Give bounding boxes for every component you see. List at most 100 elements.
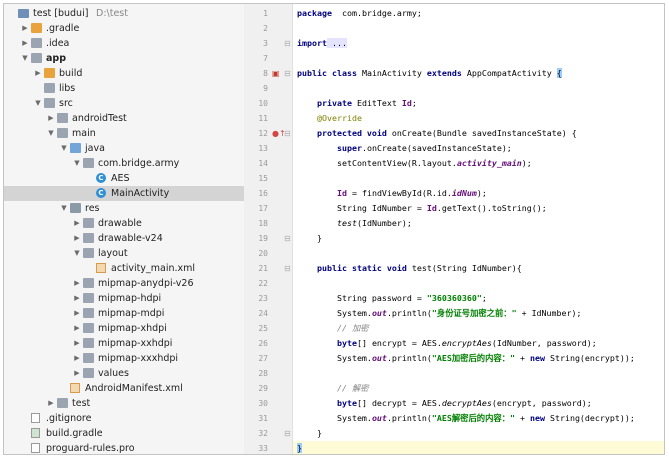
fold-icon[interactable]: ⊟ bbox=[284, 36, 291, 51]
chevron-right-icon[interactable]: ▶ bbox=[73, 351, 81, 366]
code-token: System. bbox=[297, 353, 372, 363]
code-line[interactable]: import ... bbox=[293, 36, 664, 51]
chevron-right-icon[interactable]: ▶ bbox=[73, 291, 81, 306]
code-line[interactable] bbox=[293, 246, 664, 261]
code-line[interactable]: private EditText Id; bbox=[293, 96, 664, 111]
tree-item[interactable]: ▶ build bbox=[4, 66, 244, 81]
code-line[interactable]: byte[] encrypt = AES.encryptAes(IdNumber… bbox=[293, 336, 664, 351]
tree-item[interactable]: libs bbox=[4, 81, 244, 96]
code-line[interactable] bbox=[293, 366, 664, 381]
tree-item[interactable]: C AES bbox=[4, 171, 244, 186]
tree-item[interactable]: ▶ androidTest bbox=[4, 111, 244, 126]
tree-item[interactable]: ▶ mipmap-hdpi bbox=[4, 291, 244, 306]
chevron-right-icon[interactable]: ▶ bbox=[73, 276, 81, 291]
code-line[interactable]: super.onCreate(savedInstanceState); bbox=[293, 141, 664, 156]
tree-item[interactable]: ▶ mipmap-anydpi-v26 bbox=[4, 276, 244, 291]
code-line[interactable]: String password = "360360360"; bbox=[293, 291, 664, 306]
chevron-down-icon[interactable]: ▼ bbox=[73, 156, 81, 171]
tree-item[interactable]: ▶ drawable-v24 bbox=[4, 231, 244, 246]
code-token: com.bridge.army; bbox=[331, 8, 422, 18]
tree-item[interactable]: ▶ mipmap-xxhdpi bbox=[4, 336, 244, 351]
code-line[interactable] bbox=[293, 276, 664, 291]
chevron-right-icon[interactable]: ▶ bbox=[73, 321, 81, 336]
tree-item[interactable]: ▼ main bbox=[4, 126, 244, 141]
tree-item[interactable]: ▶ drawable bbox=[4, 216, 244, 231]
code-line[interactable]: // 解密 bbox=[293, 381, 664, 396]
tree-item[interactable]: build.gradle bbox=[4, 426, 244, 441]
fold-icon[interactable]: ⊟ bbox=[284, 66, 291, 81]
chevron-right-icon[interactable]: ▶ bbox=[73, 336, 81, 351]
chevron-down-icon[interactable]: ▼ bbox=[60, 201, 68, 216]
code-line[interactable]: protected void onCreate(Bundle savedInst… bbox=[293, 126, 664, 141]
chevron-right-icon[interactable]: ▶ bbox=[47, 111, 55, 126]
chevron-right-icon[interactable]: ▶ bbox=[34, 66, 42, 81]
code-line[interactable]: test(IdNumber); bbox=[293, 216, 664, 231]
code-line[interactable]: } bbox=[293, 231, 664, 246]
code-line[interactable]: public static void test(String IdNumber)… bbox=[293, 261, 664, 276]
activity-icon[interactable]: ▣ bbox=[272, 66, 280, 81]
code-line[interactable]: String IdNumber = Id.getText().toString(… bbox=[293, 201, 664, 216]
tree-item[interactable]: ▼ layout bbox=[4, 246, 244, 261]
code-line[interactable]: package com.bridge.army; bbox=[293, 6, 664, 21]
code-line[interactable]: @Override bbox=[293, 111, 664, 126]
tree-item[interactable]: ▶ .gradle bbox=[4, 21, 244, 36]
tree-item[interactable]: ▶ test bbox=[4, 396, 244, 411]
code-line[interactable] bbox=[293, 21, 664, 36]
code-line[interactable] bbox=[293, 171, 664, 186]
code-line[interactable]: Id = findViewById(R.id.idNum); bbox=[293, 186, 664, 201]
chevron-down-icon[interactable]: ▼ bbox=[47, 126, 55, 141]
code-line[interactable]: // 加密 bbox=[293, 321, 664, 336]
chevron-down-icon[interactable]: ▼ bbox=[73, 246, 81, 261]
tree-item[interactable]: C MainActivity bbox=[4, 186, 244, 201]
line-number: 21 bbox=[258, 264, 268, 273]
tree-item[interactable]: activity_main.xml bbox=[4, 261, 244, 276]
tree-item-label: .gradle bbox=[46, 23, 80, 34]
chevron-right-icon[interactable]: ▶ bbox=[73, 216, 81, 231]
fold-icon[interactable]: ⊟ bbox=[284, 261, 291, 276]
chevron-down-icon[interactable]: ▼ bbox=[21, 51, 29, 66]
code-line[interactable]: System.out.println("AES加密后的内容：" + new St… bbox=[293, 351, 664, 366]
tree-item[interactable]: ▶ mipmap-xxxhdpi bbox=[4, 351, 244, 366]
tree-item[interactable]: ▶ mipmap-xhdpi bbox=[4, 321, 244, 336]
fold-icon[interactable]: ⊟ bbox=[284, 426, 291, 441]
tree-item[interactable]: ▶ mipmap-mdpi bbox=[4, 306, 244, 321]
code-line[interactable]: } bbox=[293, 426, 664, 441]
chevron-right-icon[interactable]: ▶ bbox=[73, 231, 81, 246]
code-line[interactable]: System.out.println("AES解密后的内容：" + new St… bbox=[293, 411, 664, 426]
code-line[interactable]: byte[] decrypt = AES.decryptAes(encrypt,… bbox=[293, 396, 664, 411]
tree-item[interactable]: proguard-rules.pro bbox=[4, 441, 244, 454]
fold-icon[interactable]: ⊟ bbox=[284, 126, 291, 141]
chevron-right-icon[interactable]: ▶ bbox=[21, 36, 29, 51]
code-line[interactable]: setContentView(R.layout.activity_main); bbox=[293, 156, 664, 171]
tree-item-label: mipmap-xhdpi bbox=[98, 323, 167, 334]
code-line[interactable]: public class MainActivity extends AppCom… bbox=[293, 66, 664, 81]
tree-item[interactable]: ▼ src bbox=[4, 96, 244, 111]
chevron-down-icon[interactable]: ▼ bbox=[60, 141, 68, 156]
tree-item[interactable]: .gitignore bbox=[4, 411, 244, 426]
tree-item[interactable]: test [budui] D:\test bbox=[4, 6, 244, 21]
resource-folder-icon bbox=[70, 203, 81, 213]
code-editor[interactable]: package com.bridge.army; import ... public… bbox=[293, 4, 664, 454]
code-line[interactable]: System.out.println("身份证号加密之前：" + IdNumbe… bbox=[293, 306, 664, 321]
tree-item[interactable]: ▼ com.bridge.army bbox=[4, 156, 244, 171]
tree-item[interactable]: ▼ app bbox=[4, 51, 244, 66]
chevron-down-icon[interactable]: ▼ bbox=[34, 96, 42, 111]
chevron-right-icon[interactable]: ▶ bbox=[47, 396, 55, 411]
code-line[interactable] bbox=[293, 51, 664, 66]
tree-item[interactable]: ▼ res bbox=[4, 201, 244, 216]
tree-item[interactable]: AndroidManifest.xml bbox=[4, 381, 244, 396]
chevron-right-icon[interactable]: ▶ bbox=[21, 21, 29, 36]
chevron-right-icon[interactable]: ▶ bbox=[73, 366, 81, 381]
tree-item[interactable]: ▶ .idea bbox=[4, 36, 244, 51]
fold-icon[interactable]: ⊟ bbox=[284, 231, 291, 246]
tree-item[interactable]: ▶ values bbox=[4, 366, 244, 381]
chevron-right-icon[interactable]: ▶ bbox=[73, 306, 81, 321]
folder-icon bbox=[44, 83, 55, 93]
tree-item[interactable]: ▼ java bbox=[4, 141, 244, 156]
code-line[interactable] bbox=[293, 81, 664, 96]
line-number: 8 bbox=[263, 69, 268, 78]
code-line[interactable]: } bbox=[293, 441, 664, 454]
source-folder-icon bbox=[70, 143, 81, 153]
